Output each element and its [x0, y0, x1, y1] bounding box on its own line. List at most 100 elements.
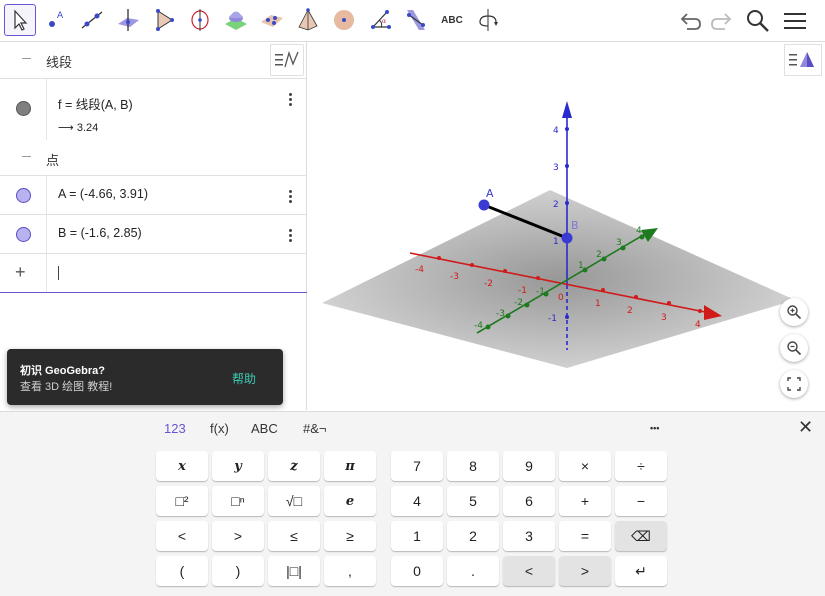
key-y[interactable]: y [212, 451, 264, 481]
point-tool[interactable]: A [40, 4, 72, 36]
rotate-view-tool[interactable] [472, 4, 504, 36]
undo-button[interactable] [676, 6, 706, 36]
group-header-points[interactable]: 点 [0, 140, 307, 176]
visibility-toggle-b[interactable] [16, 227, 31, 242]
sphere-tool[interactable] [328, 4, 360, 36]
plane-tool[interactable] [256, 4, 288, 36]
key-0[interactable]: 0 [391, 556, 443, 586]
key-divide[interactable]: ÷ [615, 451, 667, 481]
kb-close-button[interactable]: ✕ [798, 417, 813, 438]
key-multiply[interactable]: × [559, 451, 611, 481]
point-b-definition[interactable]: B = (-1.6, 2.85) [58, 226, 142, 240]
key-equals[interactable]: = [559, 521, 611, 551]
key-backspace[interactable]: ⌫ [615, 521, 667, 551]
reflect-tool[interactable] [400, 4, 432, 36]
svg-text:A: A [57, 11, 64, 21]
pyramid-tool[interactable] [292, 4, 324, 36]
x-tick-label: -2 [484, 279, 493, 289]
zoom-out-button[interactable] [780, 334, 808, 362]
y-tick-label: -3 [496, 309, 505, 319]
visibility-toggle-f[interactable] [16, 101, 31, 116]
row-menu-b[interactable] [289, 227, 293, 244]
row-menu-f[interactable] [289, 91, 293, 108]
kb-tab-numbers[interactable]: 123 [164, 421, 186, 436]
visibility-toggle-a[interactable] [16, 188, 31, 203]
graphics-canvas: -4 -3 -2 -1 0 1 2 3 4 -4 -3 -2 -1 1 2 3 … [322, 101, 795, 368]
circle-axis-tool[interactable] [184, 4, 216, 36]
segment-definition[interactable]: f = 线段(A, B) [58, 94, 133, 113]
zoom-in-icon [787, 305, 802, 320]
kb-tab-symbols[interactable]: #&¬ [303, 421, 327, 436]
search-button[interactable] [743, 6, 773, 36]
key-cursor-left[interactable]: < [503, 556, 555, 586]
key-close-paren[interactable]: ) [212, 556, 264, 586]
virtual-keyboard: 123 f(x) ABC #&¬ ••• ✕ x y z π □² □ⁿ √□ … [0, 411, 825, 596]
line-tool-icon [81, 11, 103, 29]
search-icon [747, 10, 769, 32]
key-greater[interactable]: > [212, 521, 264, 551]
circle-axis-tool-icon [191, 9, 209, 31]
key-sqrt[interactable]: √□ [268, 486, 320, 516]
key-plus[interactable]: + [559, 486, 611, 516]
key-abs[interactable]: |□| [268, 556, 320, 586]
algebra-row-point-a[interactable]: A = (-4.66, 3.91) [0, 175, 307, 214]
key-8[interactable]: 8 [447, 451, 499, 481]
redo-button[interactable] [706, 6, 736, 36]
key-minus[interactable]: − [615, 486, 667, 516]
key-decimal[interactable]: . [447, 556, 499, 586]
key-5[interactable]: 5 [447, 486, 499, 516]
zoom-in-button[interactable] [780, 298, 808, 326]
algebra-style-button[interactable] [270, 44, 304, 76]
key-3[interactable]: 3 [503, 521, 555, 551]
point-b-label: B [571, 219, 579, 232]
key-6[interactable]: 6 [503, 486, 555, 516]
algebra-row-point-b[interactable]: B = (-1.6, 2.85) [0, 214, 307, 253]
perpendicular-tool[interactable] [112, 4, 144, 36]
line-tool[interactable] [76, 4, 108, 36]
row-menu-a[interactable] [289, 188, 293, 205]
key-greater-equal[interactable]: ≥ [324, 521, 376, 551]
key-2[interactable]: 2 [447, 521, 499, 551]
key-square[interactable]: □² [156, 486, 208, 516]
fullscreen-button[interactable] [780, 370, 808, 398]
key-1[interactable]: 1 [391, 521, 443, 551]
intersect-surfaces-tool[interactable] [220, 4, 252, 36]
algebra-input-row[interactable]: + [0, 253, 307, 293]
key-less[interactable]: < [156, 521, 208, 551]
kb-more-button[interactable]: ••• [650, 423, 659, 433]
y-tick-label: 1 [578, 261, 584, 271]
key-7[interactable]: 7 [391, 451, 443, 481]
key-cursor-right[interactable]: > [559, 556, 611, 586]
kb-tab-functions[interactable]: f(x) [210, 421, 229, 436]
angle-tool[interactable]: α [364, 4, 396, 36]
key-open-paren[interactable]: ( [156, 556, 208, 586]
main-menu-button[interactable] [780, 6, 810, 36]
text-tool[interactable]: ABC [436, 4, 468, 36]
key-z[interactable]: z [268, 451, 320, 481]
polygon-tool[interactable] [148, 4, 180, 36]
key-pi[interactable]: π [324, 451, 376, 481]
x-tick-label: -1 [518, 286, 527, 296]
add-input-icon[interactable]: + [15, 262, 26, 283]
point-b [561, 232, 573, 244]
group-header-segments[interactable]: 线段 [0, 42, 307, 78]
toolbar: A α ABC [0, 0, 825, 42]
graphics-3d-view[interactable]: -4 -3 -2 -1 0 1 2 3 4 -4 -3 -2 -1 1 2 3 … [308, 42, 825, 410]
kb-tab-letters[interactable]: ABC [251, 421, 278, 436]
key-x[interactable]: x [156, 451, 208, 481]
key-e[interactable]: e [324, 486, 376, 516]
y-tick-label: 3 [616, 238, 622, 248]
point-a-definition[interactable]: A = (-4.66, 3.91) [58, 187, 148, 201]
x-tick-label: 1 [595, 299, 601, 309]
key-enter[interactable]: ↵ [615, 556, 667, 586]
move-tool[interactable] [4, 4, 36, 36]
algebra-row-segment-f[interactable]: f = 线段(A, B) ⟶ 3.24 [0, 78, 307, 140]
key-power[interactable]: □ⁿ [212, 486, 264, 516]
toast-help-button[interactable]: 帮助 [232, 370, 256, 387]
algebra-sort-icon [275, 50, 299, 68]
y-tick-label: 2 [596, 250, 602, 260]
key-less-equal[interactable]: ≤ [268, 521, 320, 551]
key-9[interactable]: 9 [503, 451, 555, 481]
key-4[interactable]: 4 [391, 486, 443, 516]
key-comma[interactable]: , [324, 556, 376, 586]
